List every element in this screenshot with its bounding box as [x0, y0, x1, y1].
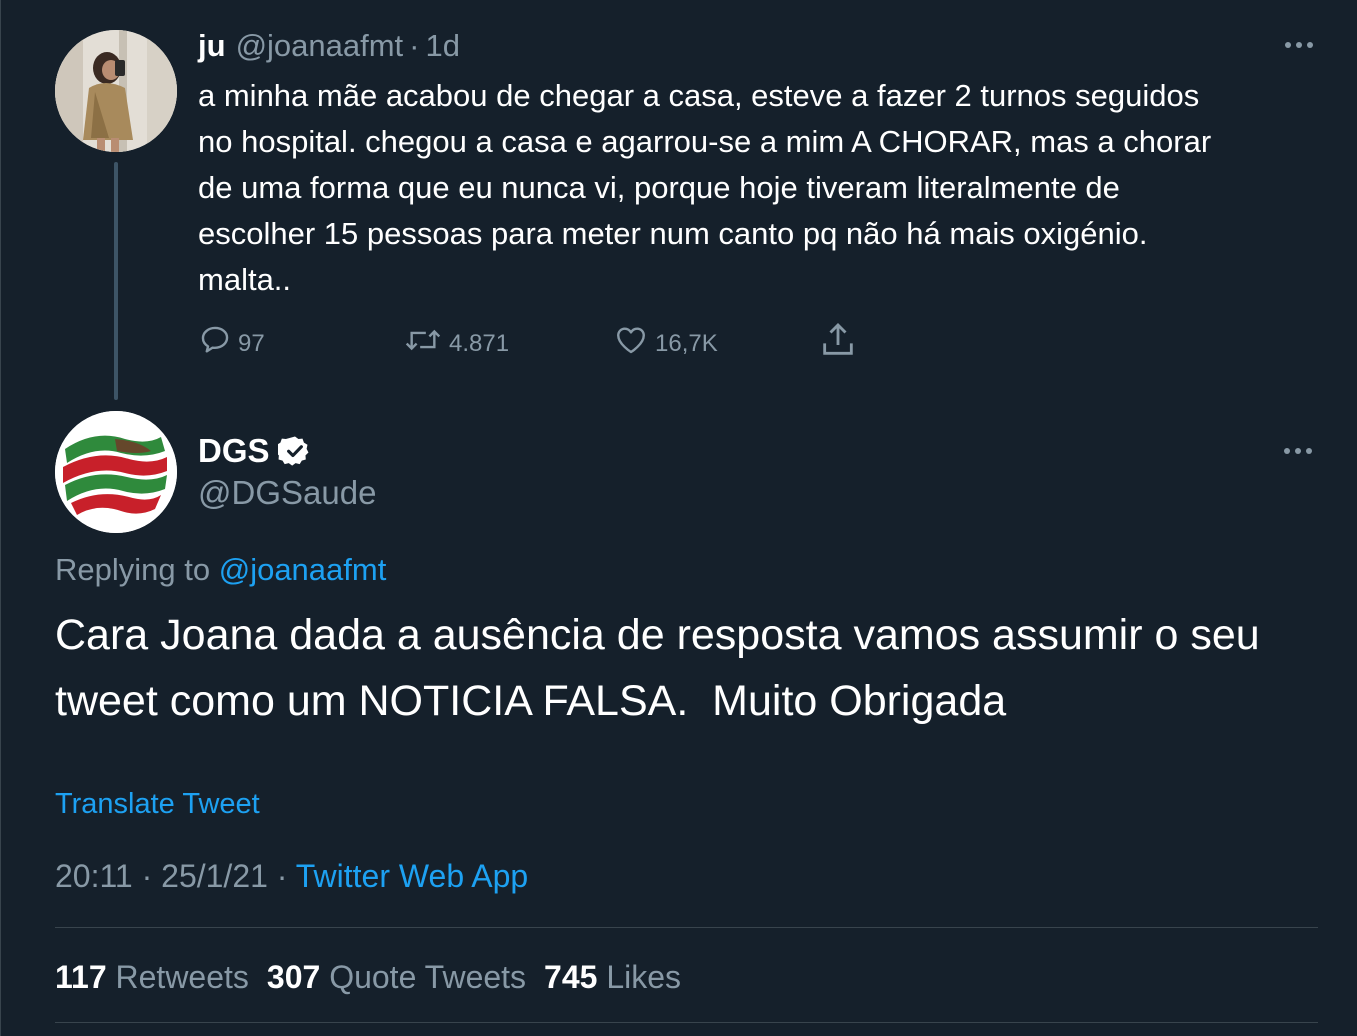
tweet-detail-page: ju @joanaafmt · 1d a minha mãe acabou de…: [0, 0, 1357, 1036]
more-horizontal-icon: [1284, 448, 1312, 454]
avatar-dgs[interactable]: [55, 411, 177, 533]
parent-more-button[interactable]: [1284, 40, 1314, 50]
parent-tweet-actions: 97 4.871 16,7K: [198, 315, 898, 365]
replying-to-line: Replying to @joanaafmt: [55, 549, 386, 591]
reply-tweet-text: Cara Joana dada a ausência de resposta v…: [55, 611, 1272, 725]
tweet-date[interactable]: 25/1/21: [161, 858, 268, 894]
likes-label: Likes: [606, 959, 682, 995]
replying-to-mention[interactable]: @joanaafmt: [219, 552, 387, 587]
retweet-count: 4.871: [449, 330, 510, 357]
heart-outline-icon: [617, 327, 645, 354]
reply-more-button[interactable]: [1283, 446, 1313, 456]
parent-tweet[interactable]: ju @joanaafmt · 1d a minha mãe acabou de…: [1, 0, 1357, 410]
meta-separator-2: ·: [276, 858, 288, 894]
share-button[interactable]: [818, 315, 858, 365]
tweet-stats: 117 Retweets 307 Quote Tweets 745 Likes: [55, 955, 699, 999]
dgs-logo-icon: [55, 411, 177, 533]
parent-timestamp[interactable]: 1d: [426, 28, 460, 64]
avatar-photo-image: [55, 30, 177, 152]
parent-author-name[interactable]: ju: [198, 28, 226, 64]
verified-badge-icon: [277, 436, 308, 466]
retweet-arrows-icon: [405, 329, 441, 351]
parent-author-handle[interactable]: @joanaafmt: [236, 28, 404, 64]
divider-bottom: [55, 1022, 1318, 1023]
divider-top: [55, 927, 1318, 928]
tweet-time[interactable]: 20:11: [55, 858, 133, 894]
parent-tweet-header: ju @joanaafmt · 1d: [198, 24, 460, 68]
more-horizontal-icon: [1285, 42, 1313, 48]
reply-author-name-row: DGS: [198, 428, 312, 474]
reply-author-name[interactable]: DGS: [198, 432, 270, 470]
tweet-source-link[interactable]: Twitter Web App: [296, 858, 528, 894]
retweets-stat[interactable]: 117 Retweets: [55, 955, 249, 999]
reply-button[interactable]: 97: [198, 315, 265, 365]
parent-tweet-text: a minha mãe acabou de chegar a casa, est…: [198, 78, 1212, 297]
quote-tweets-stat[interactable]: 307 Quote Tweets: [267, 955, 526, 999]
retweets-count: 117: [55, 959, 107, 995]
quote-tweets-label: Quote Tweets: [329, 959, 527, 995]
reply-author-handle[interactable]: @DGSaude: [198, 472, 376, 514]
retweets-label: Retweets: [115, 959, 249, 995]
reply-count: 97: [238, 330, 265, 357]
like-button[interactable]: 16,7K: [613, 315, 718, 365]
avatar-ju[interactable]: [55, 30, 177, 152]
meta-separator-1: ·: [141, 858, 153, 894]
share-upload-icon: [823, 322, 853, 355]
thread-connector-line: [114, 162, 118, 400]
tweet-meta: 20:11 · 25/1/21 · Twitter Web App: [55, 855, 528, 897]
replying-to-label: Replying to: [55, 552, 211, 587]
speech-bubble-icon: [201, 326, 229, 353]
likes-count: 745: [544, 959, 598, 995]
retweet-button[interactable]: 4.871: [403, 315, 509, 365]
quote-tweets-count: 307: [266, 959, 321, 995]
like-count: 16,7K: [655, 330, 718, 357]
translate-tweet-link[interactable]: Translate Tweet: [55, 784, 260, 824]
likes-stat[interactable]: 745 Likes: [544, 955, 681, 999]
parent-separator: ·: [409, 28, 420, 63]
